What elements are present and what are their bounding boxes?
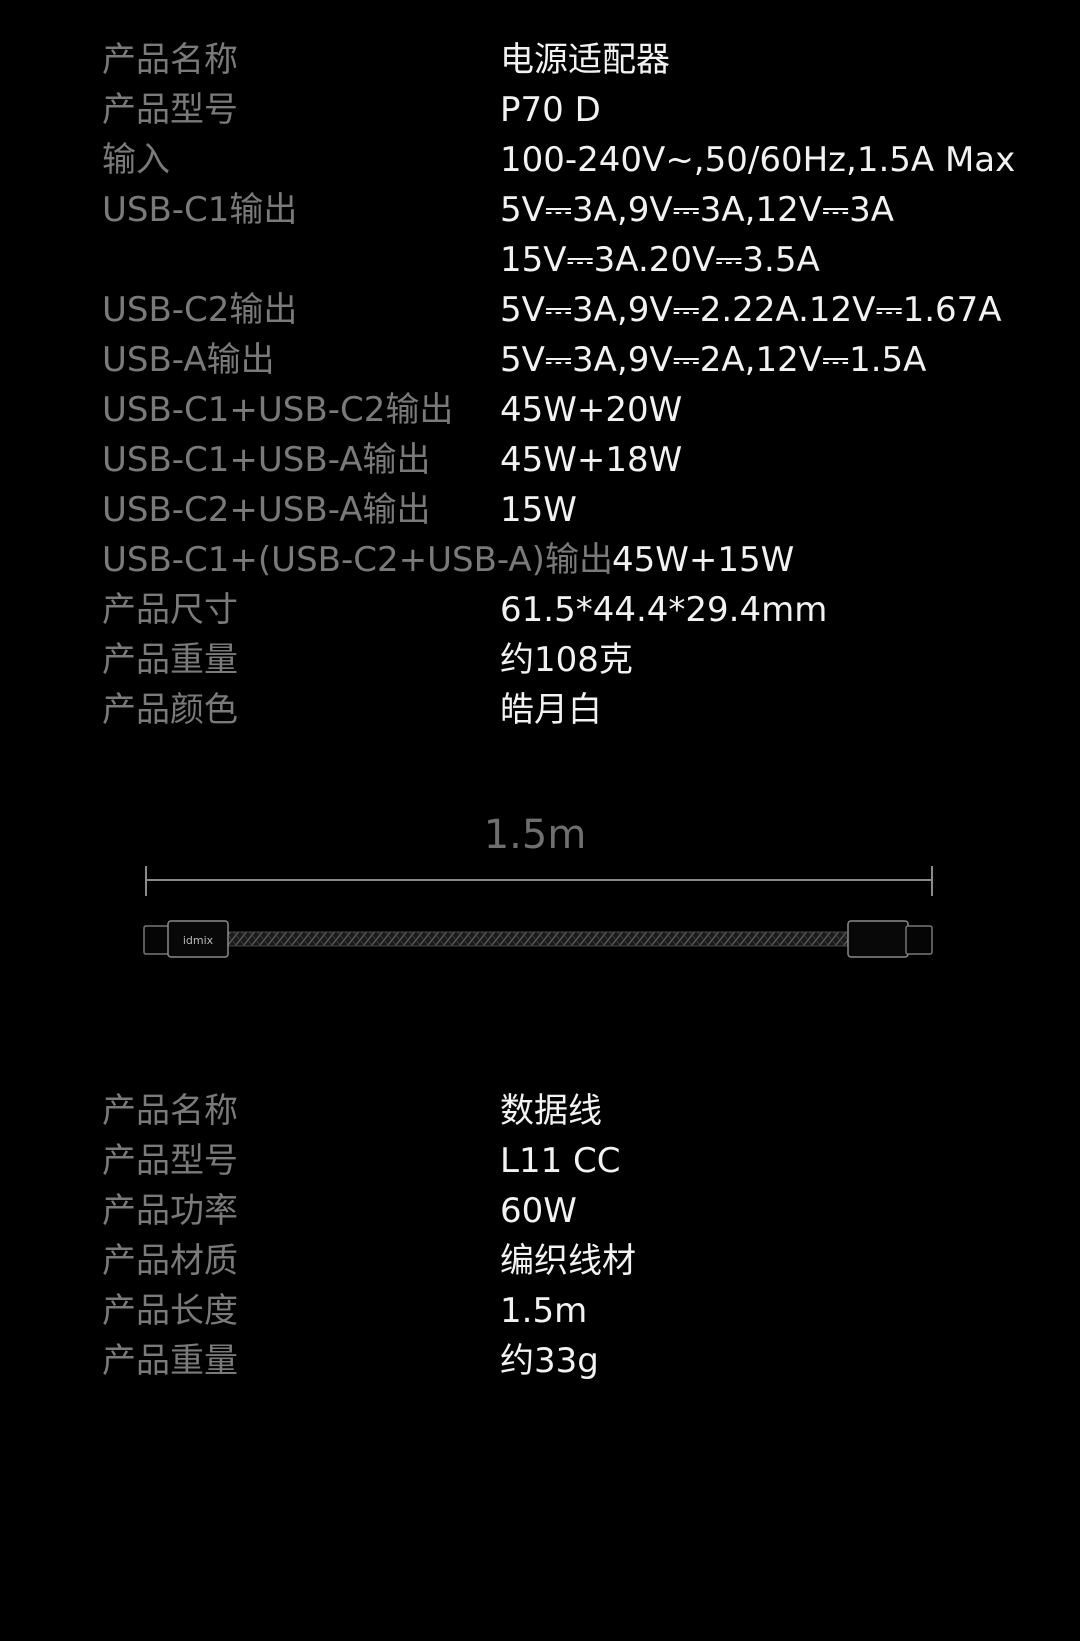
- spec-row: 产品型号 P70 D: [102, 85, 1002, 135]
- spec-row: 产品长度 1.5m: [102, 1286, 1002, 1336]
- spec-value: 60W: [500, 1191, 577, 1231]
- cable-length-label: 1.5m: [483, 812, 587, 858]
- spec-row: USB-C1+(USB-C2+USB-A)输出 45W+15W: [102, 535, 1002, 585]
- spec-row: 产品尺寸 61.5*44.4*29.4mm: [102, 585, 1002, 635]
- spec-row: 15V⎓3A.20V⎓3.5A: [102, 235, 1002, 285]
- spec-value: P70 D: [500, 90, 601, 130]
- spec-label: 产品功率: [102, 1191, 238, 1231]
- spec-value: 45W+15W: [612, 540, 795, 580]
- spec-value: 电源适配器: [500, 40, 670, 80]
- spec-value: 编织线材: [500, 1241, 636, 1281]
- spec-row: 产品重量 约33g: [102, 1336, 1002, 1386]
- spec-value: 15V⎓3A.20V⎓3.5A: [500, 240, 820, 280]
- spec-row: USB-A输出 5V⎓3A,9V⎓2A,12V⎓1.5A: [102, 335, 1002, 385]
- spec-label: USB-C1+USB-C2输出: [102, 390, 454, 430]
- spec-row: USB-C1输出 5V⎓3A,9V⎓3A,12V⎓3A: [102, 185, 1002, 235]
- spec-value: 5V⎓3A,9V⎓2.22A.12V⎓1.67A: [500, 290, 1002, 330]
- spec-row: 产品颜色 皓月白: [102, 685, 1002, 735]
- brand-logo: idmix: [183, 934, 214, 947]
- spec-label: 产品型号: [102, 1141, 238, 1181]
- cable-spec-table: 产品名称 数据线 产品型号 L11 CC 产品功率 60W 产品材质 编织线材 …: [102, 1086, 1002, 1386]
- cable-illustration: idmix: [143, 866, 933, 958]
- spec-label: 产品型号: [102, 90, 238, 130]
- spec-row: 产品材质 编织线材: [102, 1236, 1002, 1286]
- spec-row: USB-C1+USB-A输出 45W+18W: [102, 435, 1002, 485]
- spec-row: 产品名称 电源适配器: [102, 35, 1002, 85]
- spec-value: 45W+20W: [500, 390, 683, 430]
- spec-row: 产品型号 L11 CC: [102, 1136, 1002, 1186]
- spec-value: 61.5*44.4*29.4mm: [500, 590, 828, 630]
- spec-label: 产品长度: [102, 1291, 238, 1331]
- spec-label: 输入: [102, 140, 170, 180]
- spec-label: USB-A输出: [102, 340, 275, 380]
- dimension-line: [145, 866, 933, 896]
- spec-label: 产品名称: [102, 40, 238, 80]
- spec-label: USB-C2+USB-A输出: [102, 490, 431, 530]
- spec-label: 产品颜色: [102, 690, 238, 730]
- spec-label: 产品材质: [102, 1241, 238, 1281]
- spec-value: 皓月白: [500, 690, 602, 730]
- spec-row: USB-C2输出 5V⎓3A,9V⎓2.22A.12V⎓1.67A: [102, 285, 1002, 335]
- spec-value: 5V⎓3A,9V⎓3A,12V⎓3A: [500, 190, 894, 230]
- cable-diagram: 1.5m idmix: [0, 800, 1080, 980]
- spec-row: 产品功率 60W: [102, 1186, 1002, 1236]
- right-connector: [847, 920, 933, 958]
- spec-label: USB-C1输出: [102, 190, 298, 230]
- cable-body: [227, 931, 849, 947]
- spec-label: USB-C2输出: [102, 290, 298, 330]
- adapter-spec-table: 产品名称 电源适配器 产品型号 P70 D 输入 100-240V~,50/60…: [102, 35, 1015, 735]
- spec-value: 数据线: [500, 1091, 602, 1131]
- spec-row: USB-C1+USB-C2输出 45W+20W: [102, 385, 1002, 435]
- spec-value: 约33g: [500, 1341, 599, 1381]
- spec-value: 约108克: [500, 640, 633, 680]
- spec-row: 产品名称 数据线: [102, 1086, 1002, 1136]
- spec-row: 输入 100-240V~,50/60Hz,1.5A Max: [102, 135, 1015, 185]
- spec-label: 产品重量: [102, 640, 238, 680]
- spec-value: 15W: [500, 490, 577, 530]
- spec-label: USB-C1+USB-A输出: [102, 440, 431, 480]
- spec-value: 45W+18W: [500, 440, 683, 480]
- spec-label: 产品名称: [102, 1091, 238, 1131]
- spec-label: USB-C1+(USB-C2+USB-A)输出: [102, 540, 613, 580]
- spec-value: 1.5m: [500, 1291, 588, 1331]
- spec-value: L11 CC: [500, 1141, 621, 1181]
- left-connector: idmix: [143, 920, 229, 958]
- spec-label: 产品尺寸: [102, 590, 238, 630]
- spec-row: USB-C2+USB-A输出 15W: [102, 485, 1002, 535]
- spec-value: 5V⎓3A,9V⎓2A,12V⎓1.5A: [500, 340, 927, 380]
- spec-value: 100-240V~,50/60Hz,1.5A Max: [500, 140, 1016, 180]
- spec-label: 产品重量: [102, 1341, 238, 1381]
- spec-row: 产品重量 约108克: [102, 635, 1002, 685]
